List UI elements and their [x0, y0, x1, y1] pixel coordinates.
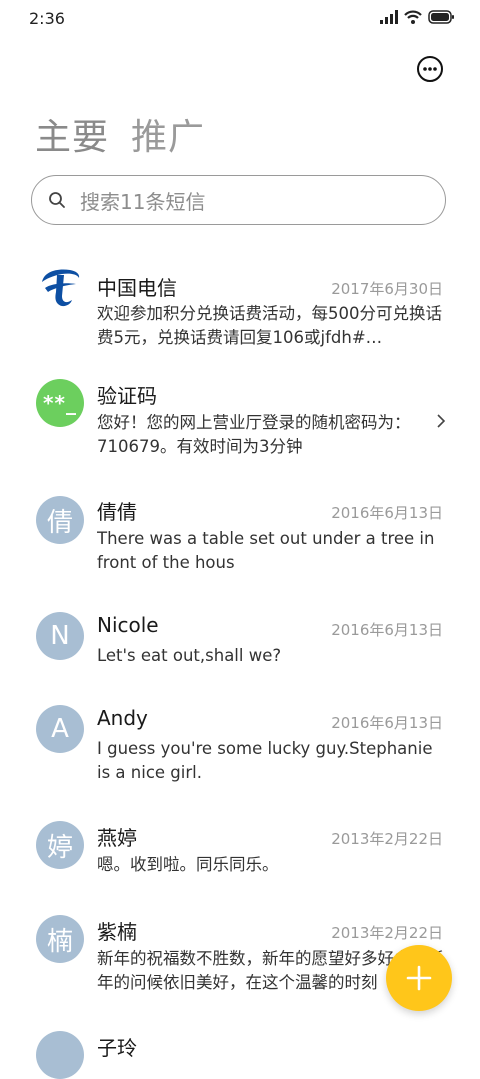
conversation-item[interactable]: **_ 验证码 您好！您的网上营业厅登录的随机密码为：710679。有效时间为3…	[0, 376, 480, 476]
message-preview: 嗯。收到啦。同乐同乐。	[97, 855, 279, 874]
search-icon	[49, 192, 65, 208]
more-dots-icon	[417, 56, 443, 82]
message-preview: Let's eat out,shall we?	[97, 646, 282, 665]
tab-promotions[interactable]: 推广	[131, 108, 205, 160]
chevron-right-icon	[437, 414, 446, 428]
avatar: N	[36, 612, 84, 660]
message-preview: 您好！您的网上营业厅登录的随机密码为：710679。有效时间为3分钟	[97, 413, 411, 456]
conversation-item[interactable]: N Nicole 2016年6月13日 Let's eat out,shall …	[0, 609, 480, 689]
avatar: **_	[36, 379, 84, 427]
avatar-initial: 婷	[46, 832, 73, 863]
avatar-initial: A	[51, 714, 69, 744]
signal-icon	[380, 10, 398, 24]
new-message-button[interactable]	[386, 945, 452, 1011]
conversation-item[interactable]: 子玲	[0, 1028, 480, 1079]
tab-bar: 主要 推广	[35, 108, 205, 160]
status-time: 2:36	[29, 9, 65, 28]
battery-icon	[428, 10, 454, 24]
contact-name: 中国电信	[97, 276, 177, 300]
avatar	[36, 1031, 84, 1079]
avatar-initial: 倩	[46, 507, 73, 538]
status-icons	[380, 10, 454, 24]
conversation-item[interactable]: 中国电信 2017年6月30日 欢迎参加积分兑换话费活动，每500分可兑换话费5…	[0, 258, 480, 358]
contact-name: Nicole	[97, 613, 159, 637]
contact-name: 倩倩	[97, 500, 137, 524]
avatar-initial: N	[50, 621, 70, 651]
message-date: 2017年6月30日	[331, 280, 443, 298]
conversation-item[interactable]: 倩 倩倩 2016年6月13日 There was a table set ou…	[0, 492, 480, 592]
contact-name: 子玲	[97, 1036, 137, 1060]
avatar: 倩	[36, 496, 84, 544]
contact-name: 验证码	[97, 384, 157, 408]
avatar: 楠	[36, 915, 84, 963]
avatar: A	[36, 705, 84, 753]
search-placeholder: 搜索11条短信	[80, 189, 206, 214]
conversation-item[interactable]: 婷 燕婷 2013年2月22日 嗯。收到啦。同乐同乐。	[0, 818, 480, 898]
conversation-item[interactable]: A Andy 2016年6月13日 I guess you're some lu…	[0, 702, 480, 802]
avatar-initial: **_	[43, 391, 77, 415]
message-date: 2016年6月13日	[331, 621, 443, 639]
message-preview: There was a table set out under a tree i…	[97, 529, 435, 572]
message-date: 2016年6月13日	[331, 714, 443, 732]
message-date: 2016年6月13日	[331, 504, 443, 522]
message-date: 2013年2月22日	[331, 924, 443, 942]
contact-name: 燕婷	[97, 826, 137, 850]
avatar	[36, 262, 84, 310]
contact-name: 紫楠	[97, 920, 137, 944]
search-input[interactable]: 搜索11条短信	[31, 175, 446, 225]
more-options-button[interactable]	[416, 55, 444, 83]
message-date: 2013年2月22日	[331, 830, 443, 848]
contact-name: Andy	[97, 706, 148, 730]
message-preview: I guess you're some lucky guy.Stephanie …	[97, 739, 433, 782]
avatar-initial: 楠	[46, 926, 73, 957]
china-telecom-logo-icon	[37, 263, 83, 309]
wifi-icon	[404, 10, 422, 24]
avatar: 婷	[36, 821, 84, 869]
message-preview: 欢迎参加积分兑换话费活动，每500分可兑换话费5元，兑换话费请回复106或jfd…	[97, 304, 442, 347]
tab-primary[interactable]: 主要	[35, 108, 109, 160]
status-bar: 2:36	[0, 0, 480, 40]
plus-icon	[406, 965, 432, 991]
